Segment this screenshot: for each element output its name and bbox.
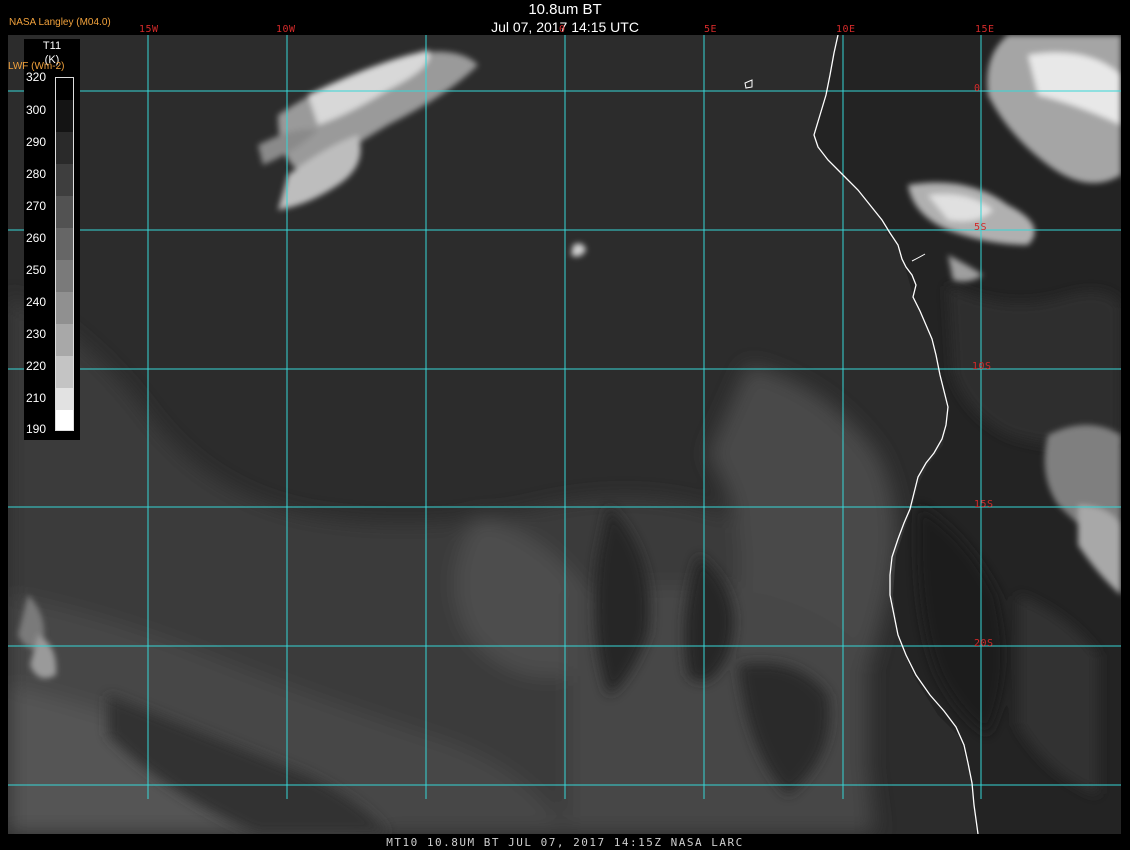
legend-tick-260: 260 xyxy=(26,231,47,245)
legend-colorbar xyxy=(55,77,74,431)
lon-label-15w-top: 15W xyxy=(139,24,159,35)
legend-tick-280: 280 xyxy=(26,167,47,181)
lon-label-0-top: 0 xyxy=(559,24,566,35)
lat-label-10s: 10S xyxy=(972,361,992,372)
lon-label-15e-top: 15E xyxy=(975,24,995,35)
map-canvas xyxy=(8,35,1121,834)
lon-label-10e-top: 10E xyxy=(836,24,856,35)
lon-label-10w-top: 10W xyxy=(276,24,296,35)
satellite-image-viewer: 10.8um BT Jul 07, 2017 14:15 UTC NASA La… xyxy=(0,0,1130,850)
legend-lwf-label: LWF (Wm-2) xyxy=(8,61,65,72)
lon-label-row: 15W 10W 0 5E 10E 15E xyxy=(8,24,1121,36)
legend-tick-230: 230 xyxy=(26,327,47,341)
legend-tick-320: 320 xyxy=(26,70,47,84)
legend-tick-270: 270 xyxy=(26,199,47,213)
color-legend: T11 (K) 320 300 290 280 270 260 250 240 … xyxy=(8,39,80,440)
lat-label-20s: 20S xyxy=(974,638,994,649)
legend-tick-300: 300 xyxy=(26,103,47,117)
footer-caption: MT10 10.8UM BT JUL 07, 2017 14:15Z NASA … xyxy=(386,836,744,849)
lon-label-5e-top: 5E xyxy=(704,24,718,35)
legend-tick-290: 290 xyxy=(26,135,47,149)
legend-variable: T11 xyxy=(42,40,62,52)
legend-tick-250: 250 xyxy=(26,263,47,277)
legend-tick-210: 210 xyxy=(26,391,47,405)
lat-label-15s: 15S xyxy=(974,499,994,510)
legend-tick-190: 190 xyxy=(26,422,47,436)
satellite-map: 15W 10W 5W 0 5E 10E 15E 0 5S 10S 15S 20S xyxy=(8,35,1121,834)
lat-label-5s: 5S xyxy=(974,222,988,233)
lat-label-0: 0 xyxy=(974,83,981,94)
legend-tick-220: 220 xyxy=(26,359,47,373)
legend-tick-240: 240 xyxy=(26,295,47,309)
image-title: 10.8um BT xyxy=(528,1,602,18)
